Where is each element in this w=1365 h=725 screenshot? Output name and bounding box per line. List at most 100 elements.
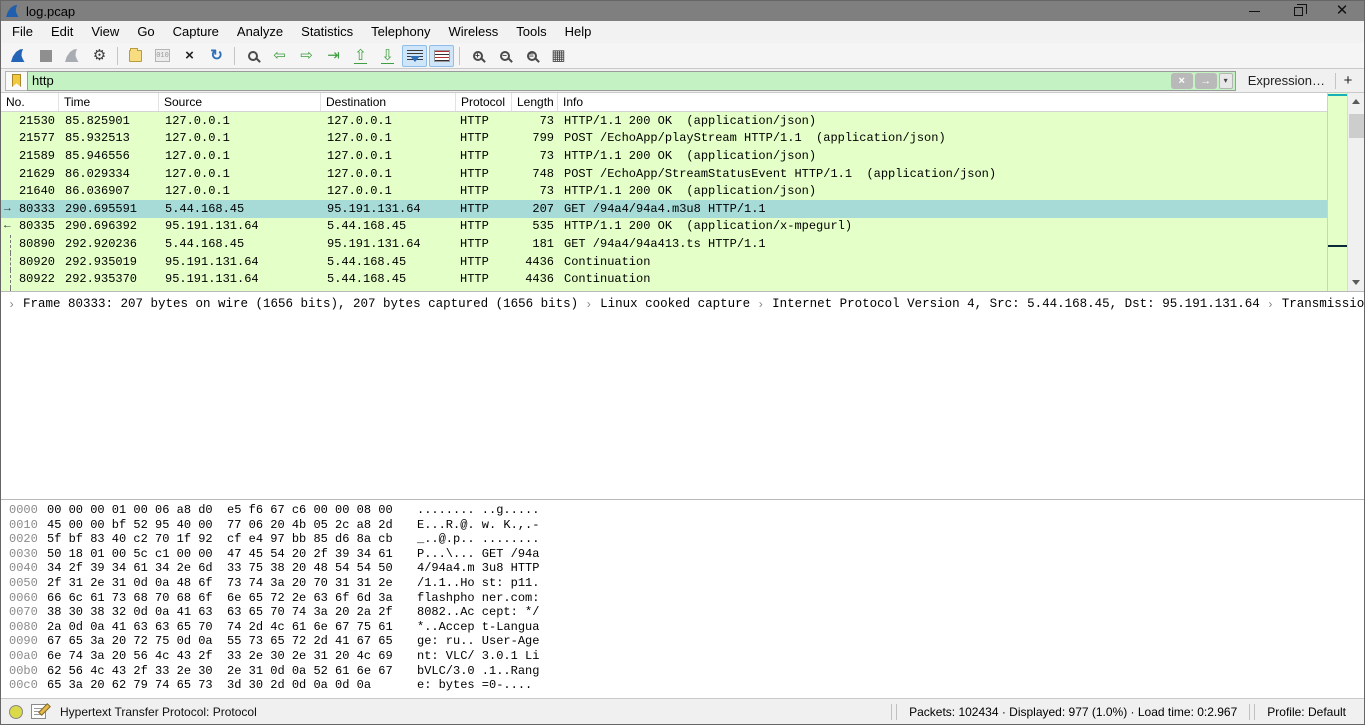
menu-tools[interactable]: Tools <box>507 22 555 42</box>
capture-options-button[interactable]: ⚙ <box>87 45 112 67</box>
table-row[interactable]: 2158985.946556127.0.0.1127.0.0.1HTTP73HT… <box>1 147 1327 165</box>
column-header-length[interactable]: Length <box>512 93 558 111</box>
cell-protocol: HTTP <box>456 184 512 198</box>
scrollbar-down-button[interactable] <box>1348 274 1364 291</box>
hex-row[interactable]: 007038 30 38 32 0d 0a 41 63 63 65 70 74 … <box>9 605 1364 620</box>
table-row[interactable]: →80333290.6955915.44.168.4595.191.131.64… <box>1 200 1327 218</box>
hex-row[interactable]: 00502f 31 2e 31 0d 0a 48 6f 73 74 3a 20 … <box>9 576 1364 591</box>
close-file-button[interactable]: × <box>177 45 202 67</box>
hex-row[interactable]: 003050 18 01 00 5c c1 00 00 47 45 54 20 … <box>9 547 1364 562</box>
cell-info: Continuation <box>558 272 1327 286</box>
hex-row[interactable]: 000000 00 00 01 00 06 a8 d0 e5 f6 67 c6 … <box>9 503 1364 518</box>
menu-analyze[interactable]: Analyze <box>228 22 292 42</box>
filter-clear-button[interactable]: × <box>1171 73 1193 89</box>
hex-row[interactable]: 00802a 0d 0a 41 63 63 65 70 74 2d 4c 61 … <box>9 620 1364 635</box>
open-file-button[interactable] <box>123 45 148 67</box>
hex-row[interactable]: 00a06e 74 3a 20 56 4c 43 2f 33 2e 30 2e … <box>9 649 1364 664</box>
filter-bookmark-button[interactable] <box>5 71 27 91</box>
restart-capture-button[interactable] <box>60 45 85 67</box>
zoom-in-sign: + <box>475 53 480 59</box>
column-header-protocol[interactable]: Protocol <box>456 93 512 111</box>
table-row[interactable]: 2162986.029334127.0.0.1127.0.0.1HTTP748P… <box>1 165 1327 183</box>
filter-apply-button[interactable]: → <box>1195 73 1217 89</box>
table-row[interactable]: 80924292.93540495.191.131.645.44.168.45H… <box>1 288 1327 291</box>
auto-scroll-toggle-button[interactable] <box>402 45 427 67</box>
menu-file[interactable]: File <box>3 22 42 42</box>
hex-row[interactable]: 00c065 3a 20 62 79 74 65 73 3d 30 2d 0d … <box>9 678 1364 692</box>
detail-tree-line[interactable]: Linux cooked capture <box>578 297 750 311</box>
colorize-toggle-button[interactable] <box>429 45 454 67</box>
reload-file-button[interactable]: ↻ <box>204 45 229 67</box>
hex-row[interactable]: 009067 65 3a 20 72 75 0d 0a 55 73 65 72 … <box>9 634 1364 649</box>
expression-button[interactable]: Expression… <box>1236 73 1335 88</box>
table-row[interactable]: 2153085.825901127.0.0.1127.0.0.1HTTP73HT… <box>1 112 1327 130</box>
column-header-no[interactable]: No. <box>1 93 59 111</box>
stop-capture-button[interactable] <box>33 45 58 67</box>
hex-row[interactable]: 00b062 56 4c 43 2f 33 2e 30 2e 31 0d 0a … <box>9 664 1364 679</box>
filter-history-dropdown[interactable]: ▾ <box>1219 73 1233 89</box>
hex-row[interactable]: 006066 6c 61 73 68 70 68 6f 6e 65 72 2e … <box>9 591 1364 606</box>
display-filter-input[interactable]: http × → ▾ <box>27 71 1236 91</box>
packet-list-minimap[interactable] <box>1327 93 1347 291</box>
window-title: log.pcap <box>26 4 75 19</box>
go-forward-button[interactable]: ⇨ <box>294 45 319 67</box>
menu-statistics[interactable]: Statistics <box>292 22 362 42</box>
detail-tree-line[interactable]: Frame 80333: 207 bytes on wire (1656 bit… <box>1 297 578 311</box>
menu-edit[interactable]: Edit <box>42 22 82 42</box>
detail-tree-line[interactable]: Transmission Control Protocol, Src Port:… <box>1260 297 1364 311</box>
cell-length: 535 <box>512 219 558 233</box>
hex-row[interactable]: 00205f bf 83 40 c2 70 1f 92 cf e4 97 bb … <box>9 532 1364 547</box>
scrollbar-thumb[interactable] <box>1349 114 1364 138</box>
zoom-reset-button[interactable]: = <box>519 45 544 67</box>
find-packet-button[interactable] <box>240 45 265 67</box>
hex-ascii: E...R.@. w. K.,.- <box>399 518 539 533</box>
expert-info-icon[interactable] <box>9 705 23 719</box>
status-bar: Hypertext Transfer Protocol: Protocol Pa… <box>1 698 1364 724</box>
hex-row[interactable]: 004034 2f 39 34 61 34 2e 6d 33 75 38 20 … <box>9 561 1364 576</box>
menu-capture[interactable]: Capture <box>164 22 228 42</box>
cell-destination: 127.0.0.1 <box>321 131 456 145</box>
table-row[interactable]: ←80335290.69639295.191.131.645.44.168.45… <box>1 218 1327 236</box>
restore-button[interactable] <box>1276 1 1320 21</box>
minimize-button[interactable] <box>1232 1 1276 21</box>
table-row[interactable]: 2164086.036907127.0.0.1127.0.0.1HTTP73HT… <box>1 182 1327 200</box>
table-row[interactable]: 2157785.932513127.0.0.1127.0.0.1HTTP799P… <box>1 130 1327 148</box>
packet-list-scrollbar[interactable] <box>1347 93 1364 291</box>
hex-ascii: flashpho ner.com: <box>399 591 539 606</box>
menu-view[interactable]: View <box>82 22 128 42</box>
menu-go[interactable]: Go <box>128 22 163 42</box>
add-filter-button[interactable]: + <box>1336 72 1360 89</box>
column-header-info[interactable]: Info <box>558 93 1327 111</box>
hex-row[interactable]: 001045 00 00 bf 52 95 40 00 77 06 20 4b … <box>9 518 1364 533</box>
table-row[interactable]: 80922292.93537095.191.131.645.44.168.45H… <box>1 270 1327 288</box>
save-file-button[interactable]: 010 <box>150 45 175 67</box>
menu-help[interactable]: Help <box>556 22 601 42</box>
zoom-out-button[interactable]: − <box>492 45 517 67</box>
capture-comment-icon[interactable] <box>31 704 46 719</box>
hex-bytes: 45 00 00 bf 52 95 40 00 77 06 20 4b 05 2… <box>47 518 399 533</box>
scrollbar-up-button[interactable] <box>1348 93 1364 110</box>
resize-columns-button[interactable]: ▦ <box>546 45 571 67</box>
profile-text[interactable]: Profile: Default <box>1257 705 1356 719</box>
go-last-packet-button[interactable]: ⇩ <box>375 45 400 67</box>
zoom-in-button[interactable]: + <box>465 45 490 67</box>
table-row[interactable]: 80920292.93501995.191.131.645.44.168.45H… <box>1 253 1327 271</box>
cell-no: 21577 <box>1 131 59 145</box>
cell-destination: 5.44.168.45 <box>321 272 456 286</box>
column-header-time[interactable]: Time <box>59 93 159 111</box>
go-first-packet-button[interactable]: ⇧ <box>348 45 373 67</box>
cell-info: GET /94a4/94a4.m3u8 HTTP/1.1 <box>558 202 1327 216</box>
hex-offset: 00a0 <box>9 649 47 664</box>
detail-tree-line[interactable]: Internet Protocol Version 4, Src: 5.44.1… <box>750 297 1260 311</box>
go-back-button[interactable]: ⇦ <box>267 45 292 67</box>
cell-source: 127.0.0.1 <box>159 167 321 181</box>
zoom-out-icon: − <box>500 51 510 61</box>
column-header-destination[interactable]: Destination <box>321 93 456 111</box>
go-to-packet-button[interactable]: ⇥ <box>321 45 346 67</box>
menu-telephony[interactable]: Telephony <box>362 22 439 42</box>
column-header-source[interactable]: Source <box>159 93 321 111</box>
close-button[interactable]: ✕ <box>1320 1 1364 21</box>
menu-wireless[interactable]: Wireless <box>439 22 507 42</box>
table-row[interactable]: 80890292.9202365.44.168.4595.191.131.64H… <box>1 235 1327 253</box>
start-capture-button[interactable] <box>6 45 31 67</box>
